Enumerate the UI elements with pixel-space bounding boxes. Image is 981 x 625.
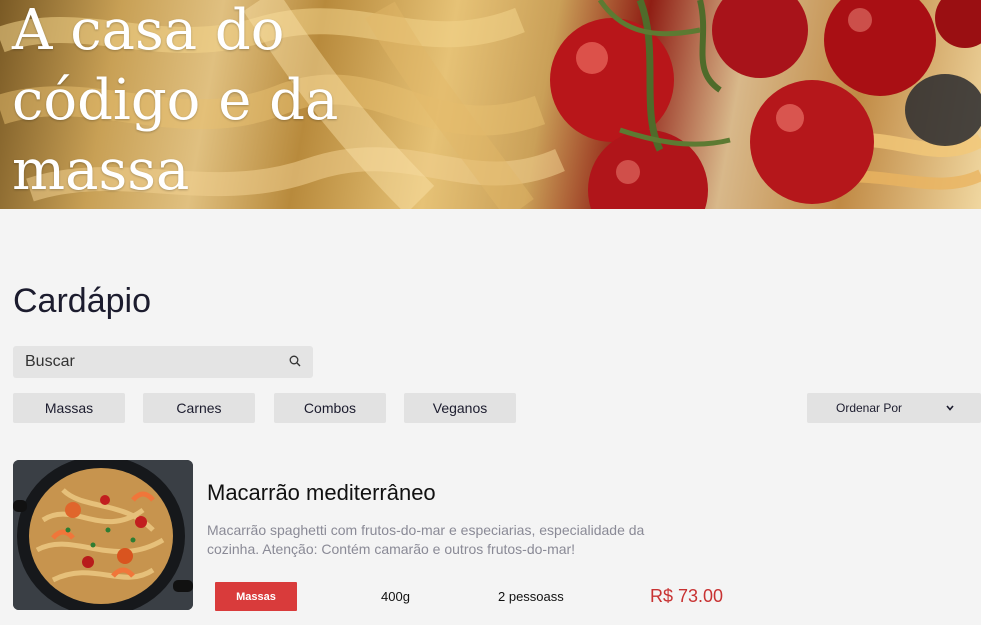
dish-image: [13, 460, 193, 610]
category-veganos[interactable]: Veganos: [404, 393, 516, 423]
category-combos[interactable]: Combos: [274, 393, 386, 423]
sort-label: Ordenar Por: [836, 401, 903, 415]
search-input[interactable]: [13, 346, 283, 378]
dish-price: R$ 73.00: [650, 586, 724, 606]
chevron-down-icon: [946, 405, 954, 411]
dish-serves: 2 pessoass: [498, 589, 564, 604]
menu-title: Cardápio: [13, 282, 151, 320]
sort-select[interactable]: Ordenar Por: [807, 393, 981, 423]
dish-description: Macarrão spaghetti com frutos-do-mar e e…: [207, 522, 645, 557]
dish-size: 400g: [381, 589, 410, 604]
dish-name: Macarrão mediterrâneo: [207, 480, 436, 505]
hero-title: A casa do código e da massa: [12, 0, 339, 203]
search-icon[interactable]: [289, 355, 301, 367]
category-badge: Massas: [215, 582, 297, 611]
hero-banner: A casa do código e da massa: [0, 0, 981, 209]
category-carnes[interactable]: Carnes: [143, 393, 255, 423]
category-massas[interactable]: Massas: [13, 393, 125, 423]
search-box: [13, 346, 313, 378]
